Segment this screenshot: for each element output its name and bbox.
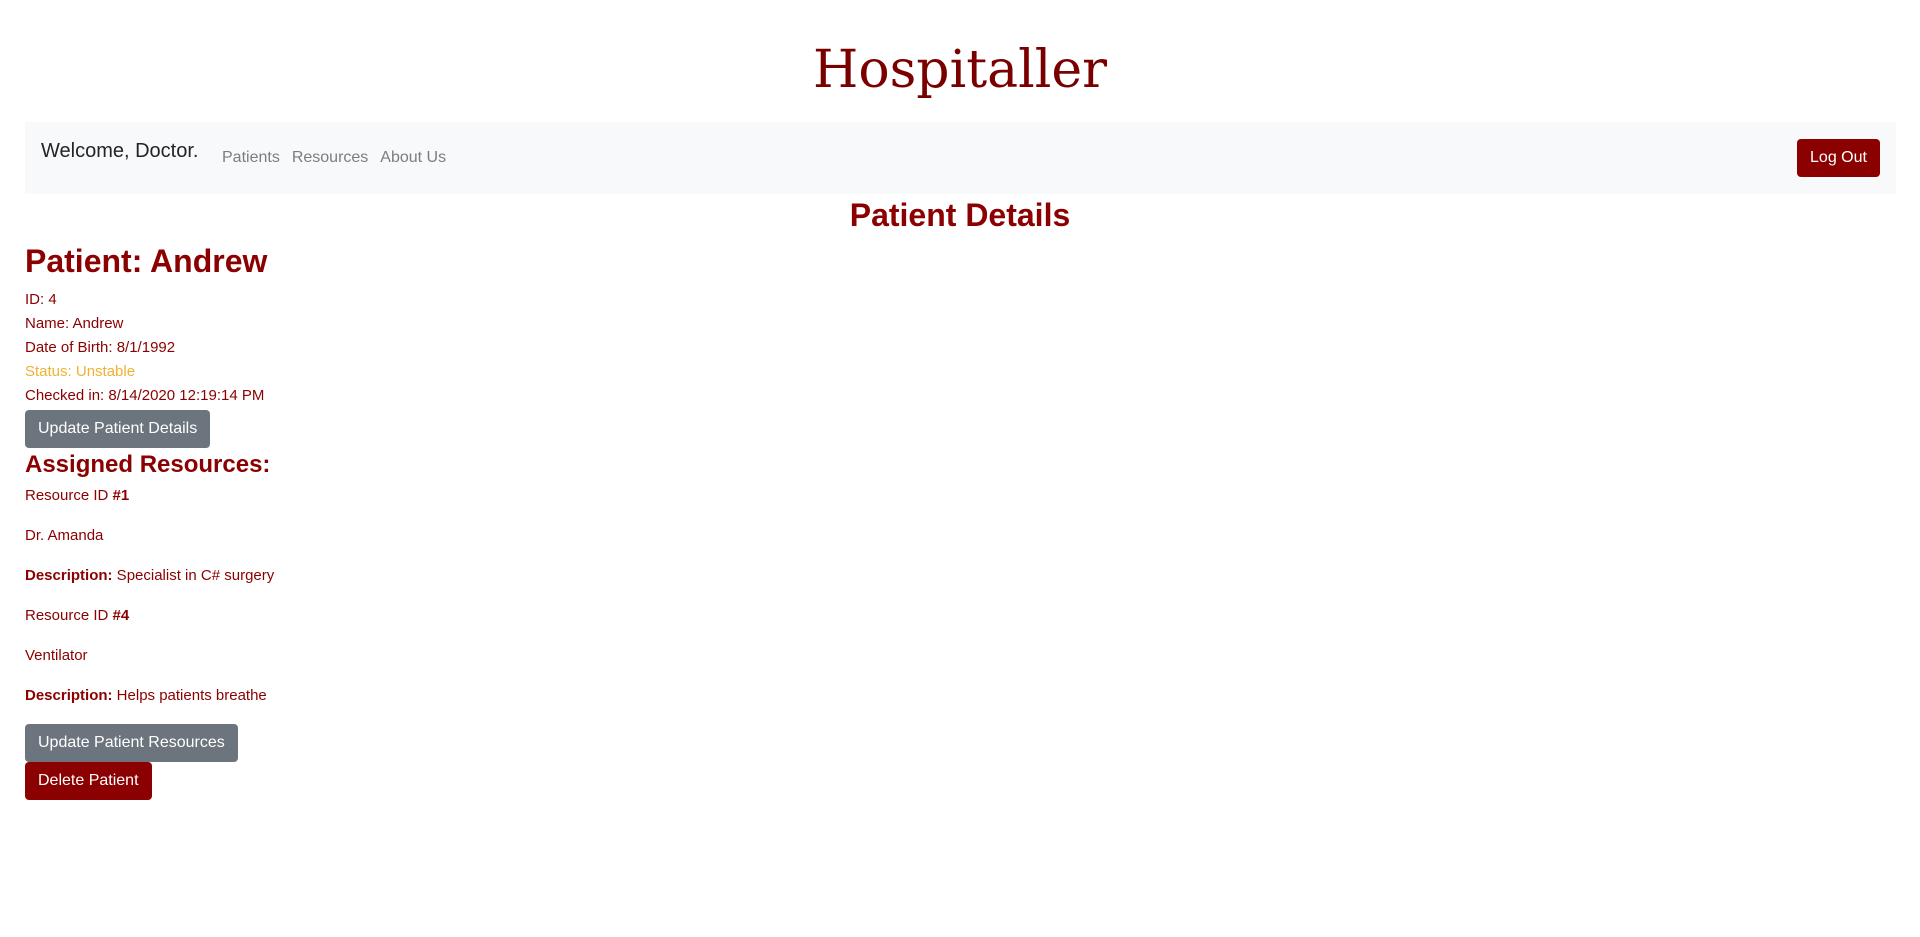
resource-item: Resource ID #1 Dr. Amanda Description: S… — [25, 484, 825, 588]
resource-id-line: Resource ID #1 — [25, 484, 825, 508]
nav-link-patients[interactable]: Patients — [222, 149, 280, 167]
resource-description-line: Description: Specialist in C# surgery — [25, 564, 825, 588]
patient-status: Status: Unstable — [25, 363, 136, 380]
resource-id-label: Resource ID — [25, 607, 113, 624]
resource-description-label: Description: — [25, 687, 113, 704]
nav-link-about-us[interactable]: About Us — [380, 149, 446, 167]
assigned-resources-heading: Assigned Resources: — [25, 451, 271, 478]
resource-name: Ventilator — [25, 647, 88, 664]
resource-item: Resource ID #4 Ventilator Description: H… — [25, 604, 825, 708]
resource-id-line: Resource ID #4 — [25, 604, 825, 628]
site-title: Hospitaller — [812, 40, 1108, 100]
action-buttons: Update Patient Resources Delete Patient — [25, 724, 825, 800]
resource-id-label: Resource ID — [25, 487, 113, 504]
patient-name: Name: Andrew — [25, 315, 124, 332]
resource-description-line: Description: Helps patients breathe — [25, 684, 825, 708]
patient-dob: Date of Birth: 8/1/1992 — [25, 339, 176, 356]
navbar: Welcome, Doctor. Patients Resources Abou… — [25, 122, 1896, 194]
resource-description-label: Description: — [25, 567, 113, 584]
patient-id: ID: 4 — [25, 291, 57, 308]
update-patient-details-button[interactable]: Update Patient Details — [25, 410, 211, 448]
navbar-brand[interactable]: Welcome, Doctor. — [41, 140, 198, 163]
delete-patient-button[interactable]: Delete Patient — [25, 762, 152, 800]
resource-description: Helps patients breathe — [112, 687, 267, 704]
update-patient-resources-button[interactable]: Update Patient Resources — [25, 724, 238, 762]
patient-heading: Patient: Andrew — [25, 243, 268, 279]
nav-link-resources[interactable]: Resources — [292, 149, 368, 167]
nav-links: Patients Resources About Us — [222, 149, 446, 167]
resource-name: Dr. Amanda — [25, 527, 104, 544]
logout-button[interactable]: Log Out — [1797, 139, 1880, 177]
resource-id-value: #1 — [112, 487, 130, 504]
patient-checked-in: Checked in: 8/14/2020 12:19:14 PM — [25, 387, 265, 404]
resource-id-value: #4 — [112, 607, 130, 624]
resource-description: Specialist in C# surgery — [112, 567, 275, 584]
page-title: Patient Details — [849, 197, 1071, 233]
patient-details: Patient: Andrew ID: 4 Name: Andrew Date … — [25, 242, 825, 800]
